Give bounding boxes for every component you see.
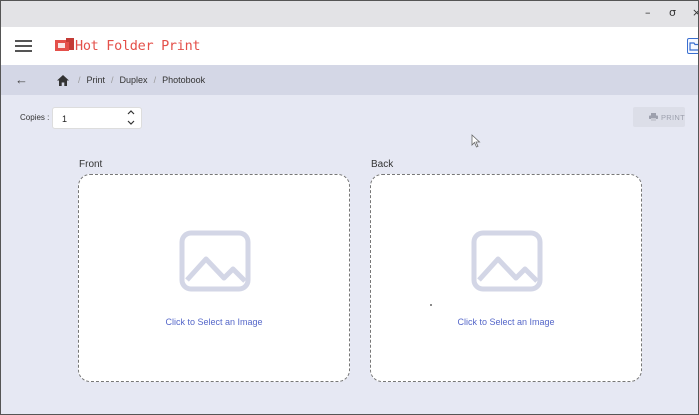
window-titlebar: – σ × — [1, 1, 698, 27]
folder-icon[interactable] — [687, 38, 699, 54]
home-icon[interactable] — [57, 75, 69, 86]
image-placeholder-icon — [471, 230, 543, 292]
minimize-button[interactable]: – — [645, 6, 651, 19]
front-panel-title: Front — [79, 159, 103, 170]
breadcrumb-separator: / — [153, 75, 157, 85]
breadcrumb-item-print[interactable]: Print — [87, 75, 106, 85]
breadcrumb-separator: / — [78, 75, 81, 85]
back-select-image-link[interactable]: Click to Select an Image — [371, 317, 641, 327]
app-window: – σ × Hot Folder Print ← / Print / Duplex / P… — [0, 0, 699, 415]
image-placeholder-icon — [179, 230, 251, 292]
stepper-arrows-icon[interactable] — [127, 109, 135, 126]
copies-stepper[interactable]: 1 — [52, 107, 142, 129]
print-button[interactable]: PRINT — [633, 107, 685, 127]
stray-dot — [430, 304, 432, 306]
back-arrow-icon[interactable]: ← — [15, 73, 28, 86]
breadcrumb-separator: / — [111, 75, 114, 85]
breadcrumb: ← / Print / Duplex / Photobook — [1, 65, 698, 95]
app-header: Hot Folder Print — [1, 27, 698, 65]
printer-icon — [649, 113, 658, 121]
back-panel-title: Back — [371, 159, 394, 170]
app-title: Hot Folder Print — [75, 38, 201, 54]
breadcrumb-item-duplex[interactable]: Duplex — [120, 75, 148, 85]
breadcrumb-item-photobook: Photobook — [162, 75, 206, 85]
mouse-cursor-icon — [471, 134, 481, 148]
front-image-dropzone[interactable]: Click to Select an Image — [78, 174, 350, 382]
close-button[interactable]: × — [692, 6, 698, 19]
maximize-button[interactable]: σ — [669, 6, 676, 19]
copies-value: 1 — [62, 114, 68, 124]
front-select-image-link[interactable]: Click to Select an Image — [79, 317, 349, 327]
back-image-dropzone[interactable]: Click to Select an Image — [370, 174, 642, 382]
print-label: PRINT — [661, 113, 685, 122]
breadcrumb-trail: / Print / Duplex / Photobook — [72, 75, 205, 85]
print-logo-icon — [55, 38, 74, 51]
copies-label: Copies : — [20, 113, 50, 122]
hamburger-icon[interactable] — [15, 40, 32, 52]
